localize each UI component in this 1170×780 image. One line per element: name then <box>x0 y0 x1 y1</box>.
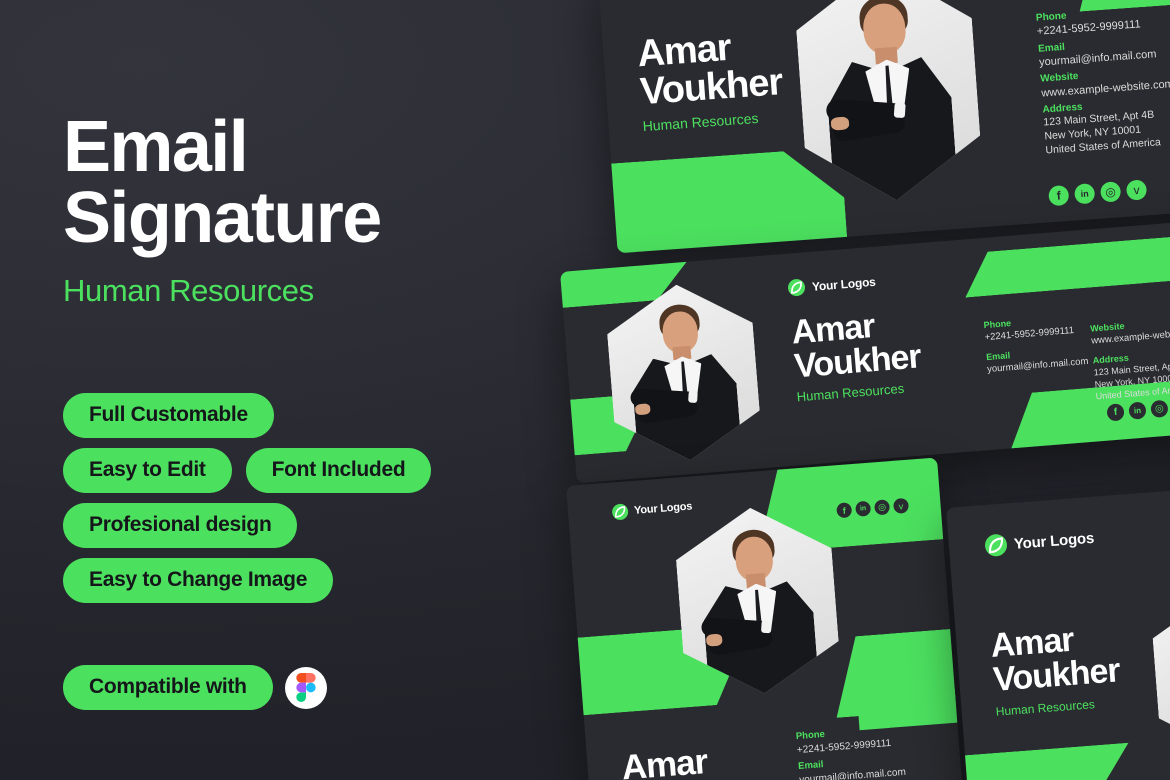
twitter-icon[interactable]: ᴠ <box>892 497 910 514</box>
card-1-surface: Amar Voukher Human Resources Phone +2241… <box>598 0 1170 253</box>
title-line-1: Email <box>63 107 249 187</box>
email-signature-card-1[interactable]: Amar Voukher Human Resources Phone +2241… <box>598 0 1170 254</box>
figma-logo-icon[interactable] <box>284 666 327 709</box>
instagram-icon[interactable]: ◎ <box>1150 399 1169 419</box>
feature-pill-row: Easy to Edit Font Included <box>63 448 543 493</box>
card-1-accent-bottom-left <box>601 147 848 253</box>
card-2-contact-column-left: Phone +2241-5952-9999111 Email yourmail@… <box>983 311 1097 376</box>
leaf-circle-logo-icon <box>787 278 806 297</box>
feature-pill-easy-to-edit[interactable]: Easy to Edit <box>63 448 232 493</box>
email-signature-card-2[interactable]: Your Logos Amar Voukher Human Resources … <box>560 220 1170 484</box>
card-1-contact-block: Phone +2241-5952-9999111 Email yourmail@… <box>1036 0 1170 158</box>
page-title: Email Signature <box>63 107 533 259</box>
leaf-circle-logo-icon <box>984 533 1008 558</box>
feature-pill-row: Profesional design <box>63 503 543 548</box>
card-4-identity: Amar Voukher Human Resources <box>989 619 1122 719</box>
card-3-brand-logo[interactable]: Your Logos <box>611 498 693 521</box>
leaf-circle-logo-icon <box>611 503 629 521</box>
hero-subtitle: Human Resources <box>63 272 314 308</box>
poster-canvas: Email Signature Human Resources Full Cus… <box>0 0 1170 780</box>
card-2-surface: Your Logos Amar Voukher Human Resources … <box>560 220 1170 483</box>
facebook-icon[interactable]: f <box>1048 184 1070 207</box>
card-4-role: Human Resources <box>995 697 1096 719</box>
facebook-icon[interactable]: f <box>1106 403 1125 422</box>
card-2-contact-column-right: Website www.example-website.com Address … <box>1090 314 1170 404</box>
linkedin-icon[interactable]: in <box>855 500 872 517</box>
hero-text-block: Email Signature Human Resources <box>63 107 533 309</box>
card-4-logo-text: Your Logos <box>1013 529 1095 553</box>
linkedin-icon[interactable]: in <box>1073 183 1096 205</box>
card-4-surface: Your Logos Amar Voukher Human Resources <box>946 487 1170 780</box>
card-1-identity: Amar Voukher Human Resources <box>636 23 823 135</box>
feature-pill-easy-to-change-image[interactable]: Easy to Change Image <box>63 558 334 603</box>
card-4-brand-logo[interactable]: Your Logos <box>984 527 1095 558</box>
card-4-portrait-photo <box>1150 589 1170 759</box>
card-3-contact-block: Phone +2241-5952-9999111 Email yourmail@… <box>795 721 929 780</box>
linkedin-icon[interactable]: in <box>1128 401 1147 420</box>
instagram-icon[interactable]: ◎ <box>874 499 891 516</box>
card-1-social-links: f in ◎ ᴠ <box>1048 179 1148 207</box>
compatible-with-pill[interactable]: Compatible with <box>63 665 273 710</box>
twitter-icon[interactable]: ᴠ <box>1125 179 1148 201</box>
card-3-logo-text: Your Logos <box>633 500 693 517</box>
compatible-with-row: Compatible with <box>63 665 327 710</box>
card-3-surface: Your Logos f in ◎ ᴠ Amar Phone +2241-595… <box>566 457 963 780</box>
card-2-logo-text: Your Logos <box>811 274 877 294</box>
instagram-icon[interactable]: ◎ <box>1099 181 1122 203</box>
feature-pill-row: Full Customable <box>63 393 543 438</box>
portrait-illustration <box>1150 589 1170 759</box>
card-4-accent-bottom-left <box>953 743 1134 780</box>
email-signature-card-4[interactable]: Your Logos Amar Voukher Human Resources <box>946 487 1170 780</box>
card-2-accent-top-right <box>962 233 1170 298</box>
card-3-identity: Amar Voukher <box>620 741 756 780</box>
feature-pill-row: Easy to Change Image <box>63 558 543 603</box>
email-signature-card-3[interactable]: Your Logos f in ◎ ᴠ Amar Phone +2241-595… <box>566 457 963 780</box>
card-2-identity: Amar Voukher Human Resources <box>790 301 977 404</box>
feature-pill-profesional-design[interactable]: Profesional design <box>63 503 298 548</box>
card-4-last-name: Voukher <box>991 651 1121 699</box>
title-line-2: Signature <box>63 178 382 259</box>
card-2-brand-logo[interactable]: Your Logos <box>787 273 876 297</box>
feature-pill-font-included[interactable]: Font Included <box>245 448 432 493</box>
feature-pill-full-customable[interactable]: Full Customable <box>63 393 274 438</box>
feature-pill-list: Full Customable Easy to Edit Font Includ… <box>63 393 543 613</box>
facebook-icon[interactable]: f <box>836 502 853 519</box>
